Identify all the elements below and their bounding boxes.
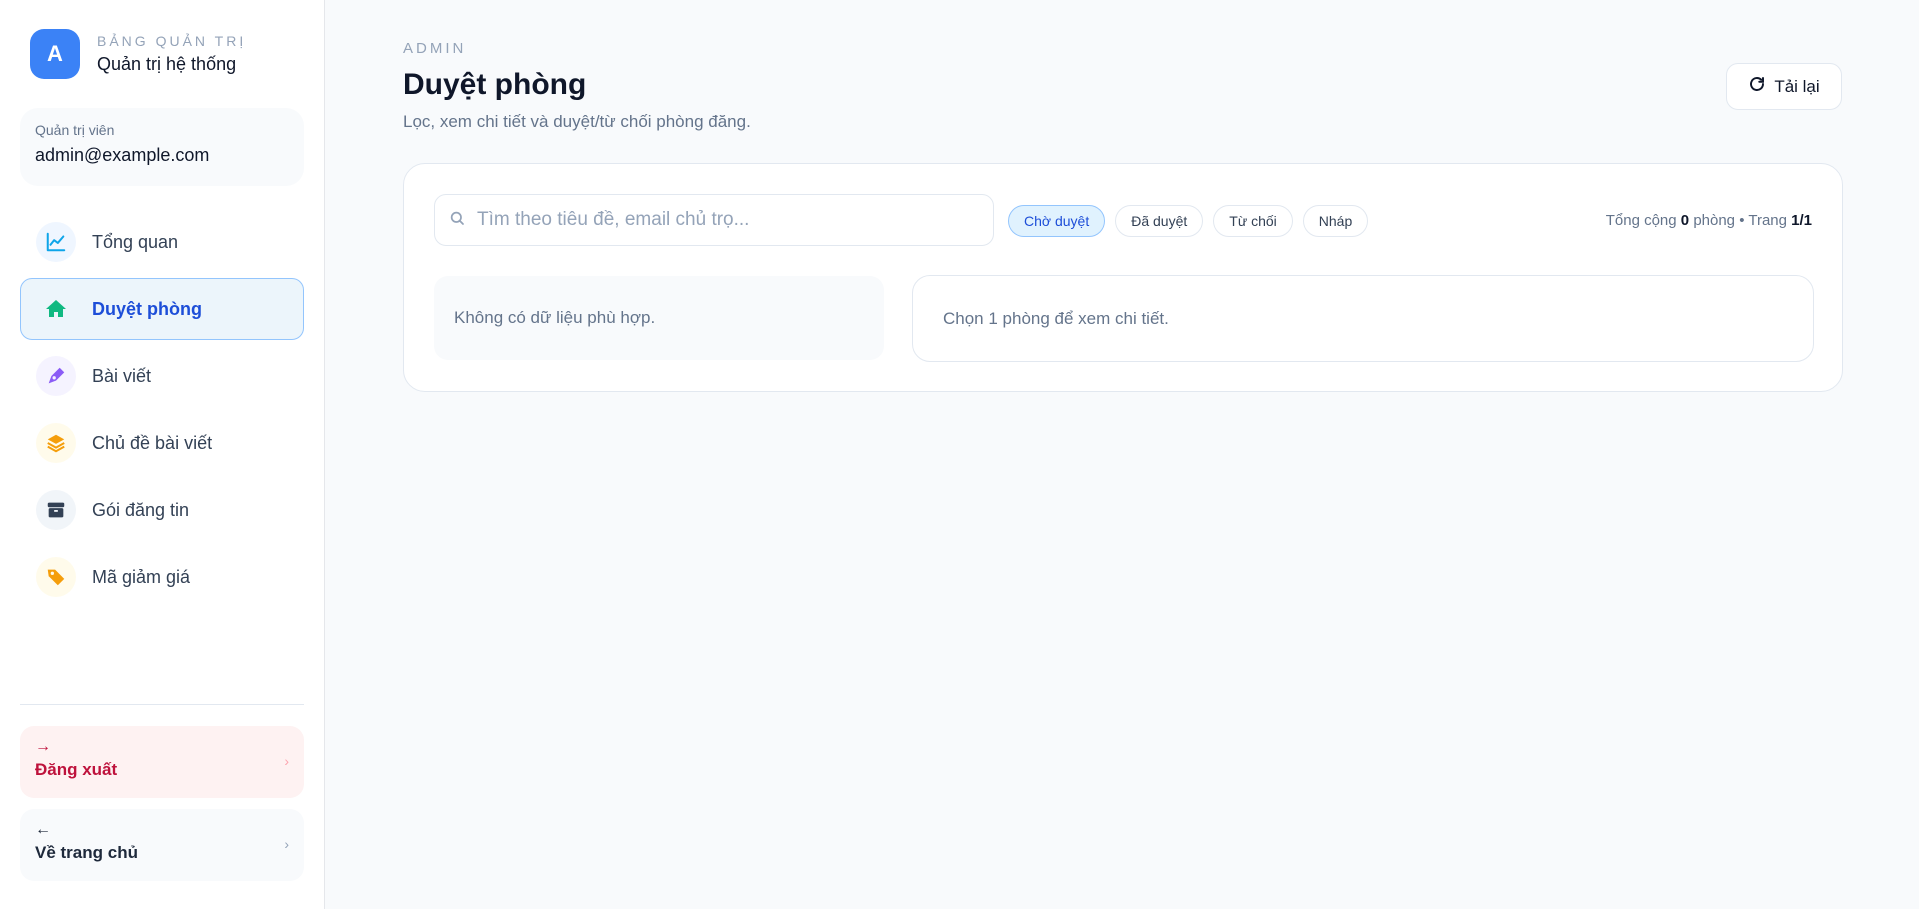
page-kicker: ADMIN [403, 40, 467, 57]
user-card: Quản trị viên admin@example.com [20, 108, 304, 186]
search-input[interactable] [477, 209, 977, 231]
filter-chip-draft[interactable]: Nháp [1302, 205, 1369, 237]
logout-button[interactable]: → Đăng xuất › [20, 726, 304, 798]
sidebar-item-label: Tổng quan [92, 231, 179, 252]
search-icon [449, 210, 465, 231]
refresh-icon [1748, 75, 1766, 98]
layers-icon [36, 423, 76, 463]
sidebar-item-post-topics[interactable]: Chủ đề bài viết [20, 412, 304, 474]
brand-avatar: A [30, 29, 80, 79]
sidebar-item-posts[interactable]: Bài viết [20, 345, 304, 407]
reload-button[interactable]: Tải lại [1726, 63, 1842, 110]
sidebar-nav: Tổng quan Duyệt phòng Bài viết Chủ đề bà… [20, 211, 304, 608]
sidebar-item-label: Chủ đề bài viết [92, 432, 213, 453]
page-title: Duyệt phòng [403, 68, 587, 101]
results-summary: Tổng cộng 0 phòng • Trang 1/1 [1606, 212, 1812, 229]
sidebar-item-coupons[interactable]: Mã giảm giá [20, 546, 304, 608]
filter-chip-rejected[interactable]: Từ chối [1213, 205, 1293, 237]
summary-page: 1/1 [1791, 212, 1812, 229]
brand-kicker: BẢNG QUẢN TRỊ [97, 33, 247, 49]
sidebar-item-label: Gói đăng tin [92, 499, 190, 520]
page-subtitle: Lọc, xem chi tiết và duyệt/từ chối phòng… [403, 112, 751, 131]
tag-icon [36, 557, 76, 597]
search-box [434, 194, 994, 246]
sidebar-item-label: Bài viết [92, 365, 152, 386]
sidebar-item-label: Duyệt phòng [92, 298, 202, 319]
user-email: admin@example.com [35, 145, 210, 165]
sidebar: A BẢNG QUẢN TRỊ Quản trị hệ thống Quản t… [0, 0, 325, 909]
chevron-right-icon: › [284, 753, 289, 769]
reload-label: Tải lại [1774, 76, 1820, 96]
back-home-label: Về trang chủ [35, 843, 138, 862]
pen-nib-icon [36, 356, 76, 396]
user-role: Quản trị viên [35, 122, 115, 138]
status-filter-chips: Chờ duyệt Đã duyệt Từ chối Nháp [1008, 205, 1369, 237]
rooms-panel: Chờ duyệt Đã duyệt Từ chối Nháp Tổng cộn… [403, 163, 1843, 392]
sidebar-item-overview[interactable]: Tổng quan [20, 211, 304, 273]
brand-text: BẢNG QUẢN TRỊ Quản trị hệ thống [97, 33, 246, 75]
sidebar-item-room-approval[interactable]: Duyệt phòng [20, 278, 304, 340]
brand-title: Quản trị hệ thống [97, 54, 237, 74]
logout-label: Đăng xuất [35, 760, 118, 779]
chevron-right-icon: › [284, 836, 289, 852]
sidebar-divider [20, 704, 304, 705]
sidebar-item-listing-packages[interactable]: Gói đăng tin [20, 479, 304, 541]
home-icon [36, 289, 76, 329]
filter-chip-pending[interactable]: Chờ duyệt [1008, 205, 1106, 237]
sidebar-item-label: Mã giảm giá [92, 566, 191, 587]
chart-line-icon [36, 222, 76, 262]
app-root: A BẢNG QUẢN TRỊ Quản trị hệ thống Quản t… [0, 0, 1919, 909]
brand: A BẢNG QUẢN TRỊ Quản trị hệ thống [20, 0, 304, 108]
room-list-empty: Không có dữ liệu phù hợp. [434, 276, 884, 360]
arrow-right-icon: → [35, 738, 51, 755]
room-detail-placeholder: Chọn 1 phòng để xem chi tiết. [912, 275, 1814, 362]
summary-count: 0 [1680, 212, 1690, 229]
package-icon [36, 490, 76, 530]
arrow-left-icon: ← [35, 821, 51, 838]
filter-chip-approved[interactable]: Đã duyệt [1115, 205, 1204, 237]
summary-unit: phòng • Trang [1693, 212, 1787, 229]
summary-prefix: Tổng cộng [1605, 212, 1677, 229]
main-content: ADMIN Duyệt phòng Lọc, xem chi tiết và d… [325, 0, 1919, 909]
back-home-button[interactable]: ← Về trang chủ › [20, 809, 304, 881]
